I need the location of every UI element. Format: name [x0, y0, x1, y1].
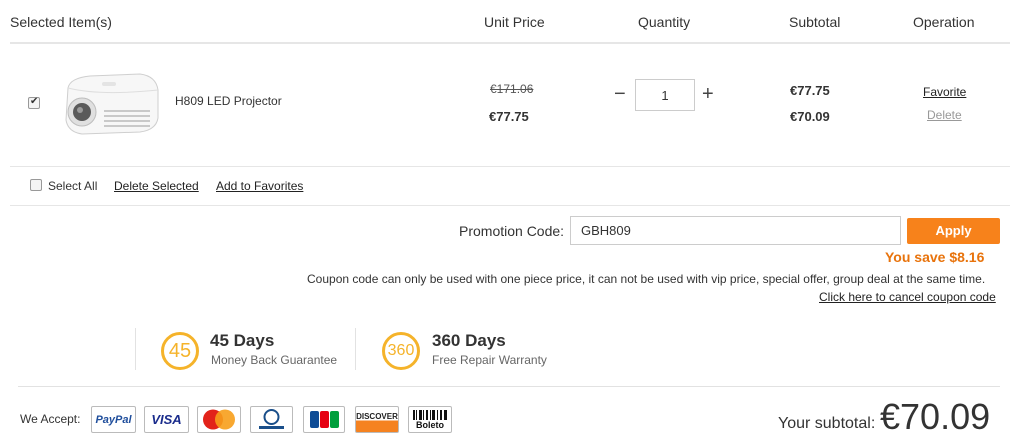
discover-icon: DISCOVER	[355, 406, 399, 433]
money-back-badge-icon: 45	[161, 332, 199, 370]
qty-increase-button[interactable]: +	[702, 84, 714, 104]
guarantee-subtitle-360: Free Repair Warranty	[432, 353, 547, 367]
barcode-icon	[413, 409, 447, 420]
repair-warranty-badge-icon: 360	[382, 332, 420, 370]
paypal-icon: PayPal	[91, 406, 136, 433]
favorite-link[interactable]: Favorite	[923, 85, 966, 99]
diners-club-icon	[250, 406, 293, 433]
paypal-label: PayPal	[95, 413, 132, 426]
apply-button[interactable]: Apply	[907, 218, 1000, 244]
header-operation: Operation	[913, 14, 975, 30]
product-image[interactable]	[60, 70, 160, 140]
your-subtotal-label: Your subtotal:	[778, 415, 876, 432]
promo-label: Promotion Code:	[459, 223, 565, 239]
footer-divider	[18, 386, 1000, 387]
promo-code-input[interactable]: GBH809	[570, 216, 901, 245]
original-price: €171.06	[490, 82, 534, 96]
qty-decrease-button[interactable]: −	[614, 84, 626, 104]
you-save-text: You save $8.16	[885, 249, 985, 265]
divider	[135, 328, 136, 370]
subtotal-discounted: €70.09	[790, 109, 830, 124]
cart-item-row: H809 LED Projector €171.06 €77.75 − 1 + …	[10, 46, 1010, 167]
coupon-notice: Coupon code can only be used with one pi…	[307, 272, 986, 286]
header-subtotal: Subtotal	[789, 14, 841, 30]
subtotal-original: €77.75	[790, 83, 830, 98]
cancel-coupon-link[interactable]: Click here to cancel coupon code	[819, 290, 996, 304]
guarantee-title-360: 360 Days	[432, 331, 506, 350]
jcb-logo	[310, 411, 339, 428]
mastercard-icon	[197, 406, 241, 433]
select-all-label[interactable]: Select All	[48, 179, 97, 193]
header-unit-price: Unit Price	[484, 14, 545, 30]
unit-price: €77.75	[489, 109, 529, 124]
order-total: €70.09	[880, 396, 991, 437]
cart-header: Selected Item(s) Unit Price Quantity Sub…	[10, 0, 1010, 44]
guarantee-title-45: 45 Days	[210, 331, 275, 350]
projector-icon	[65, 73, 159, 135]
mastercard-logo	[203, 409, 235, 430]
item-checkbox[interactable]	[28, 96, 40, 109]
visa-icon: VISA	[144, 406, 189, 433]
divider	[355, 328, 356, 370]
add-to-favorites-link[interactable]: Add to Favorites	[216, 179, 303, 193]
diners-club-logo	[259, 409, 284, 429]
discover-label: DISCOVER	[356, 412, 398, 421]
visa-label: VISA	[151, 412, 182, 427]
quantity-input[interactable]: 1	[635, 79, 695, 111]
boleto-label: Boleto	[416, 419, 444, 430]
guarantee-subtitle-45: Money Back Guarantee	[211, 353, 338, 367]
product-name[interactable]: H809 LED Projector	[175, 94, 282, 108]
header-quantity: Quantity	[638, 14, 691, 30]
select-all-checkbox[interactable]	[30, 179, 42, 191]
jcb-icon	[303, 406, 345, 433]
header-selected-items: Selected Item(s)	[10, 14, 112, 30]
delete-link[interactable]: Delete	[927, 108, 962, 122]
boleto-icon: Boleto	[408, 406, 452, 433]
we-accept-label: We Accept:	[20, 412, 81, 426]
bulk-actions-row: Select All Delete Selected Add to Favori…	[10, 167, 1010, 206]
delete-selected-link[interactable]: Delete Selected	[114, 179, 199, 193]
